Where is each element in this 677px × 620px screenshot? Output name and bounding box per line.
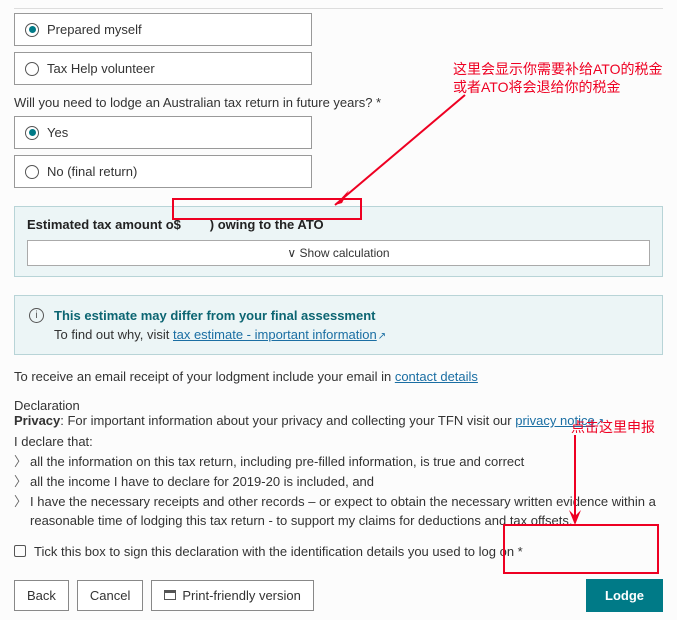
- back-button[interactable]: Back: [14, 580, 69, 611]
- radio-tax-help-volunteer[interactable]: Tax Help volunteer: [14, 52, 312, 85]
- info-title: This estimate may differ from your final…: [54, 308, 386, 323]
- radio-label: Tax Help volunteer: [47, 61, 155, 76]
- print-icon: [164, 590, 176, 600]
- contact-details-link[interactable]: contact details: [395, 369, 478, 384]
- sign-declaration-row: Tick this box to sign this declaration w…: [14, 544, 663, 559]
- radio-label: Prepared myself: [47, 22, 142, 37]
- list-item: I have the necessary receipts and other …: [30, 493, 663, 529]
- radio-label: No (final return): [47, 164, 137, 179]
- declaration-heading: Declaration: [14, 398, 663, 413]
- list-item: all the information on this tax return, …: [30, 453, 524, 471]
- radio-icon: [25, 23, 39, 37]
- info-body: To find out why, visit tax estimate - im…: [54, 327, 386, 342]
- print-friendly-button[interactable]: Print-friendly version: [151, 580, 314, 611]
- radio-icon: [25, 126, 39, 140]
- list-item: all the income I have to declare for 201…: [30, 473, 374, 491]
- declaration-list: 〉all the information on this tax return,…: [14, 453, 663, 530]
- tax-estimate-info-link[interactable]: tax estimate - important information: [173, 327, 386, 342]
- declare-intro: I declare that:: [14, 434, 663, 449]
- cancel-button[interactable]: Cancel: [77, 580, 143, 611]
- radio-icon: [25, 165, 39, 179]
- info-icon: i: [29, 308, 44, 323]
- future-years-radio-group: Yes No (final return): [14, 116, 663, 188]
- show-calculation-toggle[interactable]: ∨ Show calculation: [27, 240, 650, 266]
- lodge-button[interactable]: Lodge: [586, 579, 663, 612]
- sign-declaration-checkbox[interactable]: [14, 545, 26, 557]
- radio-no-final-return[interactable]: No (final return): [14, 155, 312, 188]
- privacy-line: Privacy: For important information about…: [14, 413, 663, 428]
- chevron-down-icon: ∨: [287, 246, 299, 260]
- preparer-radio-group: Prepared myself Tax Help volunteer: [14, 13, 663, 85]
- footer-buttons: Back Cancel Print-friendly version Lodge: [14, 579, 663, 612]
- radio-prepared-myself[interactable]: Prepared myself: [14, 13, 312, 46]
- future-years-question: Will you need to lodge an Australian tax…: [14, 95, 663, 110]
- radio-label: Yes: [47, 125, 68, 140]
- privacy-notice-link[interactable]: privacy notice: [515, 413, 604, 428]
- receipt-text: To receive an email receipt of your lodg…: [14, 369, 663, 384]
- radio-icon: [25, 62, 39, 76]
- estimate-info-panel: i This estimate may differ from your fin…: [14, 295, 663, 355]
- estimate-title: Estimated tax amount o$ ) owing to the A…: [27, 217, 650, 232]
- sign-declaration-label: Tick this box to sign this declaration w…: [34, 544, 523, 559]
- radio-yes[interactable]: Yes: [14, 116, 312, 149]
- estimate-panel: Estimated tax amount o$ ) owing to the A…: [14, 206, 663, 277]
